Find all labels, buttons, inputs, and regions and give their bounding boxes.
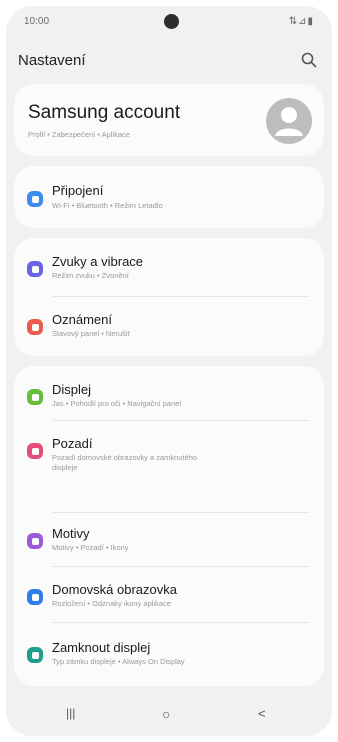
wifi-icon [27,191,43,207]
settings-section-connections: Připojení Wi-Fi • Bluetooth • Režim Leta… [14,166,324,228]
status-time: 10:00 [24,16,50,27]
notification-icon [27,319,43,335]
settings-item-home-screen[interactable]: Domovská obrazovka Rozložení • Odznaky i… [14,566,324,622]
settings-item-subtitle: Pozadí domovské obrazovky a zamknutého d… [52,453,198,472]
settings-section-sound: Zvuky a vibrace Režim zvuku • Zvonění Oz… [14,238,324,356]
settings-item-label: Motivy [52,526,90,541]
speaker-icon [27,261,43,277]
settings-item-subtitle: Režim zvuku • Zvonění [52,271,129,280]
settings-item-themes[interactable]: Motivy Motivy • Pozadí • Ikony [14,512,324,566]
settings-item-subtitle: Motivy • Pozadí • Ikony [52,543,129,552]
settings-item-lock-screen[interactable]: Zamknout displej Typ zámku displeje • Al… [14,622,324,686]
app-header: Nastavení [6,46,332,76]
settings-item-display[interactable]: Displej Jas • Pohodlí pro oči • Navigačn… [14,366,324,420]
person-icon [275,107,303,136]
settings-item-subtitle: Jas • Pohodlí pro oči • Navigační panel [52,399,182,408]
settings-item-subtitle: Rozložení • Odznaky ikony aplikace [52,599,171,608]
status-system-icons: ⇅⊿▮ [288,16,314,27]
status-bar: 10:00 ⇅⊿▮ [6,6,332,36]
settings-item-sounds[interactable]: Zvuky a vibrace Režim zvuku • Zvonění [14,238,324,296]
navigation-bar: ||| ○ < [6,692,332,736]
home-icon [27,589,43,605]
settings-item-label: Displej [52,382,92,397]
home-button[interactable]: ○ [162,706,186,724]
settings-item-label: Zamknout displej [52,640,151,655]
page-title: Nastavení [18,52,86,69]
settings-item-subtitle: Stavový panel • Nerušit [52,329,130,338]
settings-section-display: Displej Jas • Pohodlí pro oči • Navigačn… [14,366,324,686]
phone-screen: 10:00 ⇅⊿▮ Nastavení Samsung account Prof… [6,6,332,736]
settings-item-wallpaper[interactable]: Pozadí Pozadí domovské obrazovky a zamkn… [14,420,324,512]
settings-item-label: Zvuky a vibrace [52,254,144,269]
brush-icon [27,533,43,549]
settings-item-subtitle: Wi-Fi • Bluetooth • Režim Letadlo [52,201,163,210]
settings-item-label: Oznámení [52,312,112,327]
settings-item-label: Připojení [52,183,104,198]
settings-item-notifications[interactable]: Oznámení Stavový panel • Nerušit [14,296,324,356]
search-icon[interactable] [300,51,318,69]
lock-icon [27,647,43,663]
account-name: Samsung account [28,102,181,123]
settings-item-label: Domovská obrazovka [52,582,177,597]
avatar[interactable] [266,98,312,144]
back-button[interactable]: < [258,706,282,724]
settings-item-label: Pozadí [52,436,93,451]
settings-item-subtitle: Typ zámku displeje • Always On Display [52,657,185,666]
settings-item-connections[interactable]: Připojení Wi-Fi • Bluetooth • Režim Leta… [14,166,324,228]
samsung-account-card[interactable]: Samsung account Profil • Zabezpečení • A… [14,84,324,156]
recent-apps-button[interactable]: ||| [66,706,90,724]
account-subtitle: Profil • Zabezpečení • Aplikace [28,130,130,139]
sun-icon [27,389,43,405]
wallpaper-icon [27,443,43,459]
front-camera [164,14,179,29]
